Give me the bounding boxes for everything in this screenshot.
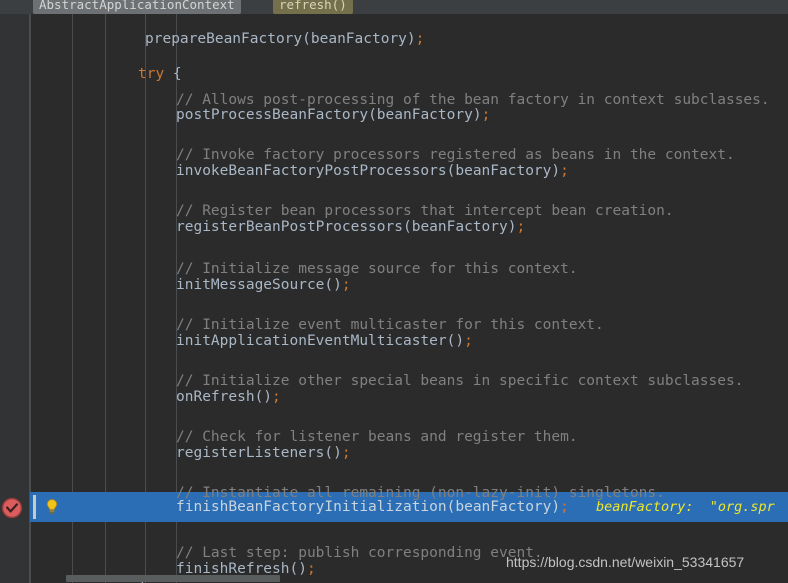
code-token: ( [302,31,311,47]
code-line-text: onRefresh(); [176,382,281,412]
execution-line-caret-marker [33,495,36,519]
code-token: ) [406,31,416,47]
code-token: ( [402,219,412,235]
code-editor[interactable]: prepareBeanFactory(beanFactory); try {// … [0,14,788,583]
code-token: initApplicationEventMulticaster [176,333,447,349]
code-line-text: invokeBeanFactoryPostProcessors(beanFact… [176,156,569,186]
code-token: ) [551,499,561,515]
code-token: ) [472,107,482,123]
code-token: ; [516,219,526,235]
code-token: beanFactory [411,219,508,235]
breadcrumb: AbstractApplicationContext refresh() [0,0,788,14]
code-token: ) [551,163,561,179]
code-line[interactable]: postProcessBeanFactory(beanFactory); [0,100,788,130]
horizontal-scrollbar-thumb[interactable] [66,575,280,582]
breadcrumb-class[interactable]: AbstractApplicationContext [33,0,241,14]
code-token: () [324,445,342,461]
code-token: ; [341,445,351,461]
watermark-url: https://blog.csdn.net/weixin_53341657 [506,554,745,570]
code-token: { [164,66,182,82]
code-line[interactable]: prepareBeanFactory(beanFactory); [0,24,788,54]
code-line[interactable]: initMessageSource(); [0,270,788,300]
code-token: initMessageSource [176,277,325,293]
code-line-text: initApplicationEventMulticaster(); [176,326,473,356]
code-line-text: registerListeners(); [176,438,351,468]
code-line[interactable]: initApplicationEventMulticaster(); [0,326,788,356]
code-token: try [138,66,165,82]
code-token: registerBeanPostProcessors [176,219,403,235]
code-line[interactable]: invokeBeanFactoryPostProcessors(beanFact… [0,156,788,186]
code-token: beanFactory [310,31,407,47]
code-line-text: postProcessBeanFactory(beanFactory); [176,100,490,130]
code-token: () [446,333,465,349]
code-token: ; [341,277,351,293]
execution-line-text: finishBeanFactoryInitialization(beanFact… [176,492,569,522]
code-token: ; [560,163,569,179]
horizontal-scrollbar-track[interactable] [30,574,788,583]
code-line[interactable]: registerListeners(); [0,438,788,468]
code-token: ; [415,31,425,47]
code-line[interactable]: onRefresh(); [0,382,788,412]
breadcrumb-method[interactable]: refresh() [273,0,353,14]
code-token: ; [560,499,569,515]
code-line-text: initMessageSource(); [176,270,351,300]
code-token: onRefresh [176,389,255,405]
code-token: ; [464,333,473,349]
code-token: postProcessBeanFactory [176,107,369,123]
code-token: registerListeners [176,445,325,461]
code-line[interactable]: registerBeanPostProcessors(beanFactory); [0,212,788,242]
code-token: finishBeanFactoryInitialization [176,499,447,515]
code-token: beanFactory [455,163,552,179]
code-token: beanFactory [455,499,552,515]
code-line-text: registerBeanPostProcessors(beanFactory); [176,212,525,242]
code-token: prepareBeanFactory [145,31,303,47]
code-line-text: prepareBeanFactory(beanFactory); [145,24,424,54]
code-token: () [254,389,273,405]
code-token: invokeBeanFactoryPostProcessors [176,163,447,179]
lightbulb-intention-icon[interactable] [43,498,61,516]
debugger-inline-value-hint: beanFactory: "org.spr [596,499,775,515]
code-token: ( [368,107,377,123]
code-token: ; [481,107,491,123]
code-token: beanFactory [376,107,473,123]
code-token: () [324,277,342,293]
code-token: ; [272,389,281,405]
